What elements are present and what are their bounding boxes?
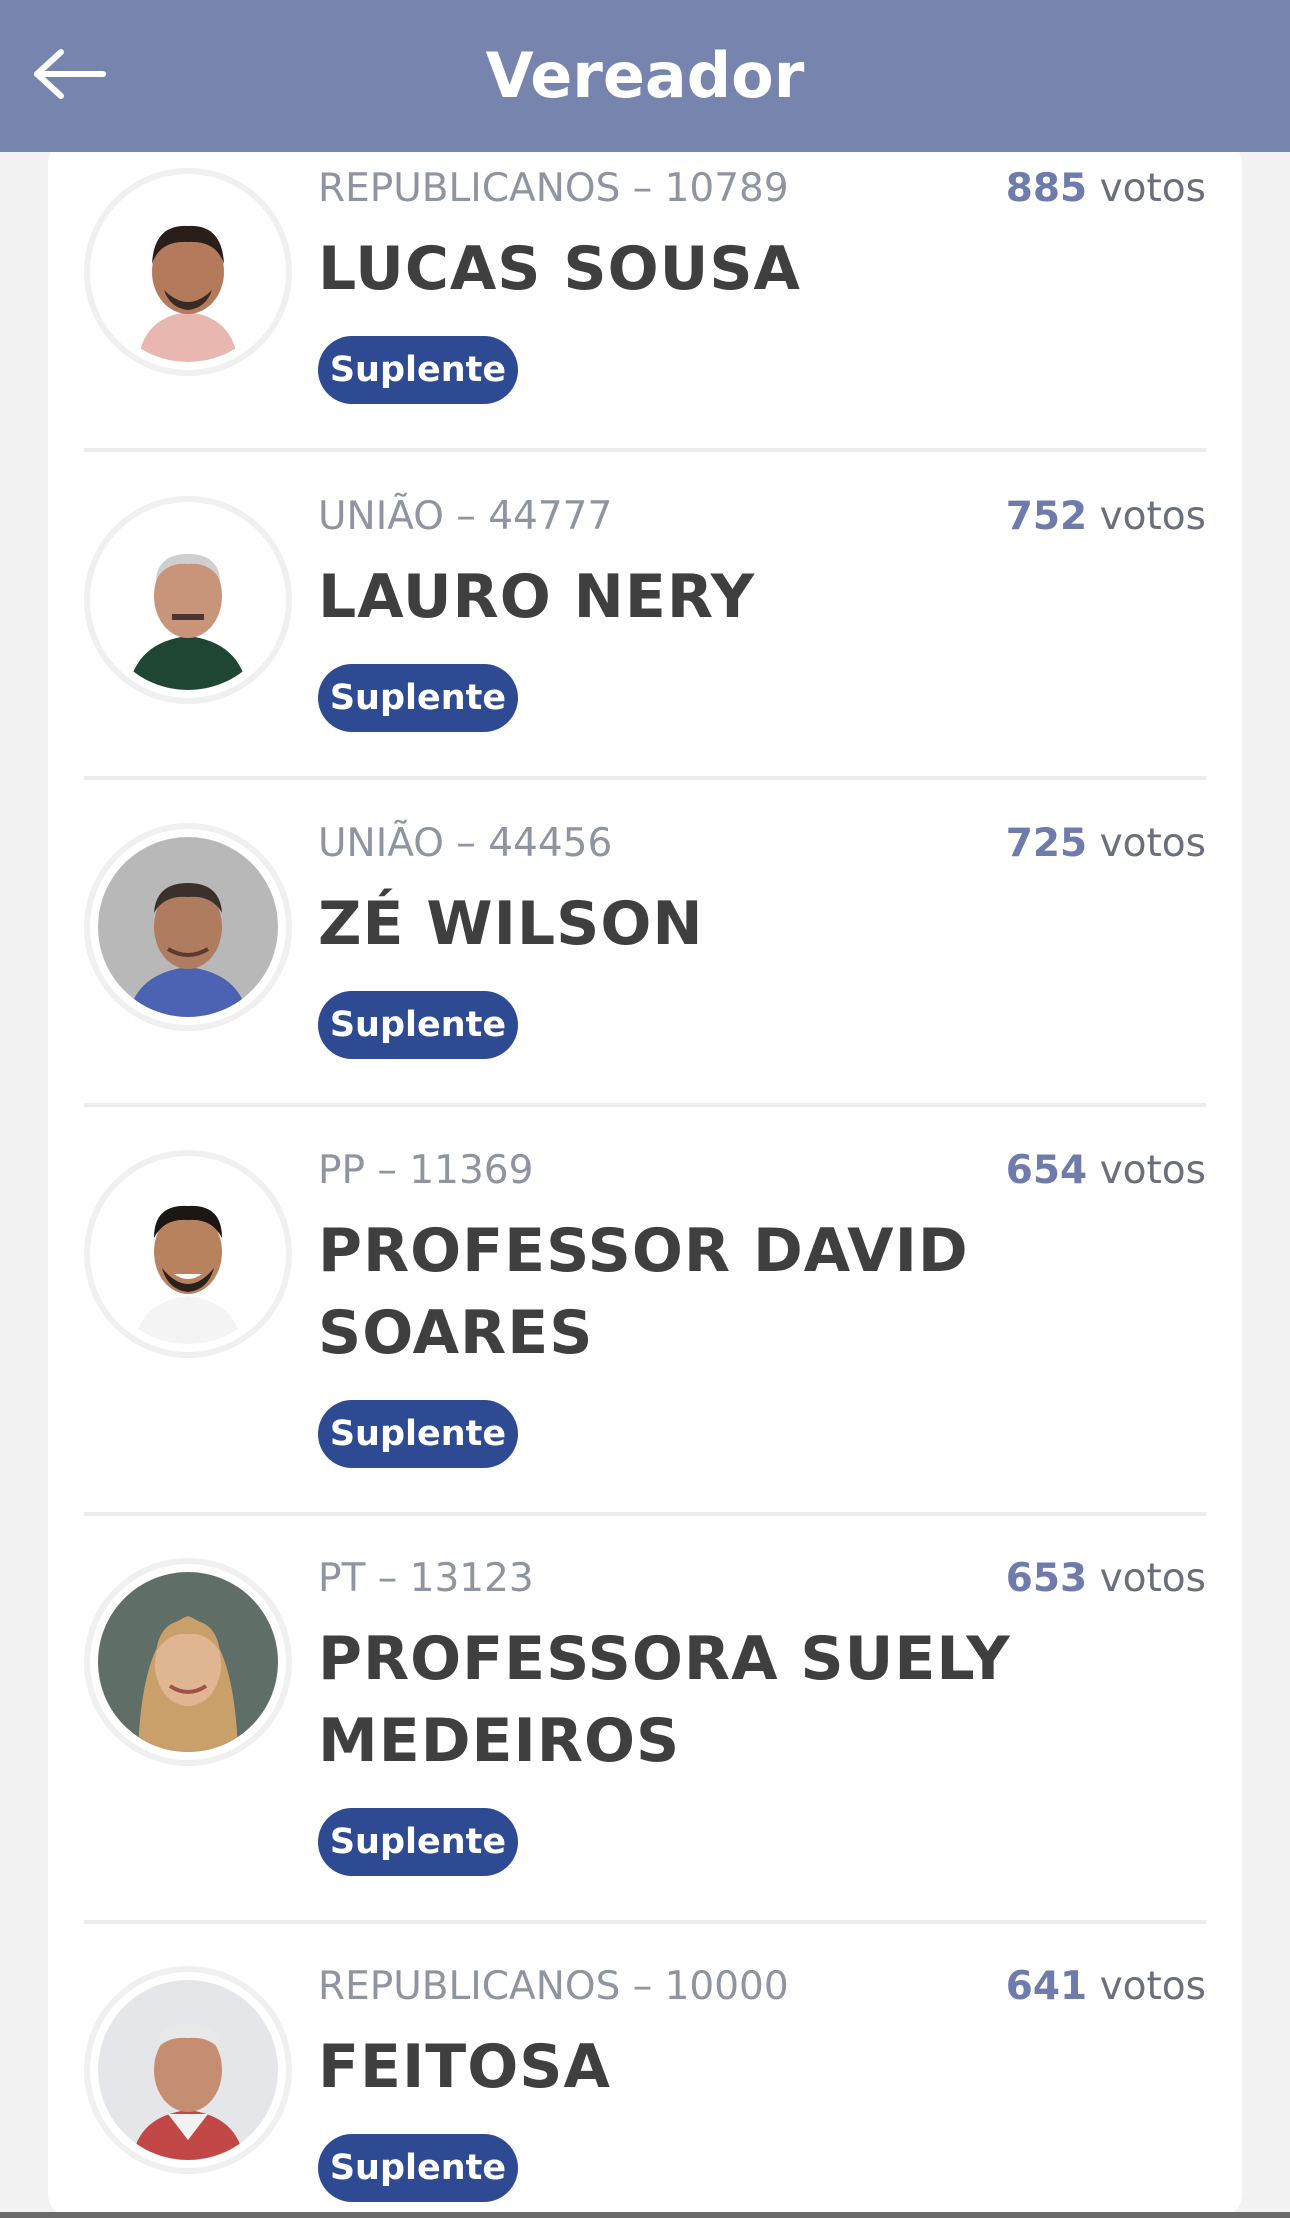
vote-unit: votos (1099, 1556, 1206, 1601)
candidate-name: LUCAS SOUSA (318, 234, 801, 304)
row-divider (84, 776, 1206, 780)
person-photo-icon (98, 1980, 278, 2160)
party-number: UNIÃO – 44777 (318, 494, 613, 539)
vote-number: 885 (1005, 166, 1088, 211)
vote-unit: votos (1099, 494, 1206, 539)
candidate-name: PROFESSORA SUELY MEDEIROS (318, 1624, 1011, 1776)
vote-count: 725 votos (1006, 821, 1206, 866)
row-divider (84, 1512, 1206, 1516)
person-photo-icon (98, 1164, 278, 1344)
vote-unit: votos (1099, 1148, 1206, 1193)
candidate-photo (84, 823, 292, 1031)
person-photo-icon (98, 510, 278, 690)
vote-number: 654 (1005, 1148, 1088, 1193)
vote-count: 885 votos (1006, 166, 1206, 211)
candidate-photo (84, 1558, 292, 1766)
candidate-name: ZÉ WILSON (318, 889, 704, 959)
candidate-row[interactable]: PP – 11369 654 votos PROFESSOR DAVID SOA… (84, 1122, 1206, 1512)
vote-unit: votos (1099, 1964, 1206, 2009)
candidate-photo (84, 496, 292, 704)
vote-number: 641 (1005, 1964, 1088, 2009)
vote-unit: votos (1099, 821, 1206, 866)
status-badge: Suplente (318, 1400, 518, 1468)
page-title: Vereador (485, 39, 805, 112)
row-divider (84, 1920, 1206, 1924)
status-badge: Suplente (318, 991, 518, 1059)
vote-count: 654 votos (1006, 1148, 1206, 1193)
vote-count: 653 votos (1006, 1556, 1206, 1601)
row-divider (84, 448, 1206, 452)
status-badge: Suplente (318, 664, 518, 732)
candidate-row[interactable]: PT – 13123 653 votos PROFESSORA SUELY ME… (84, 1530, 1206, 1920)
bottom-edge (0, 2212, 1290, 2218)
candidate-photo (84, 1150, 292, 1358)
candidate-name: LAURO NERY (318, 562, 756, 632)
row-divider (84, 1103, 1206, 1107)
status-badge: Suplente (318, 2134, 518, 2202)
vote-number: 725 (1005, 821, 1088, 866)
app-header: Vereador (0, 0, 1290, 152)
party-number: REPUBLICANOS – 10789 (318, 166, 789, 211)
candidate-list: REPUBLICANOS – 10789 885 votos LUCAS SOU… (48, 140, 1242, 2218)
candidate-photo (84, 168, 292, 376)
vote-count: 752 votos (1006, 494, 1206, 539)
candidate-name: PROFESSOR DAVID SOARES (318, 1216, 969, 1368)
person-photo-icon (98, 837, 278, 1017)
candidate-photo (84, 1966, 292, 2174)
party-number: PP – 11369 (318, 1148, 534, 1193)
status-badge: Suplente (318, 336, 518, 404)
party-number: PT – 13123 (318, 1556, 534, 1601)
vote-count: 641 votos (1006, 1964, 1206, 2009)
party-number: REPUBLICANOS – 10000 (318, 1964, 789, 2009)
candidate-row[interactable]: UNIÃO – 44777 752 votos LAURO NERY Suple… (84, 468, 1206, 776)
vote-unit: votos (1099, 166, 1206, 211)
candidate-row[interactable]: REPUBLICANOS – 10789 885 votos LUCAS SOU… (84, 140, 1206, 448)
person-photo-icon (98, 1572, 278, 1752)
candidate-row[interactable]: REPUBLICANOS – 10000 641 votos FEITOSA S… (84, 1938, 1206, 2218)
vote-number: 752 (1005, 494, 1088, 539)
person-photo-icon (98, 182, 278, 362)
party-number: UNIÃO – 44456 (318, 821, 613, 866)
candidate-row[interactable]: UNIÃO – 44456 725 votos ZÉ WILSON Suplen… (84, 795, 1206, 1103)
candidate-name: FEITOSA (318, 2032, 611, 2102)
vote-number: 653 (1005, 1556, 1088, 1601)
status-badge: Suplente (318, 1808, 518, 1876)
